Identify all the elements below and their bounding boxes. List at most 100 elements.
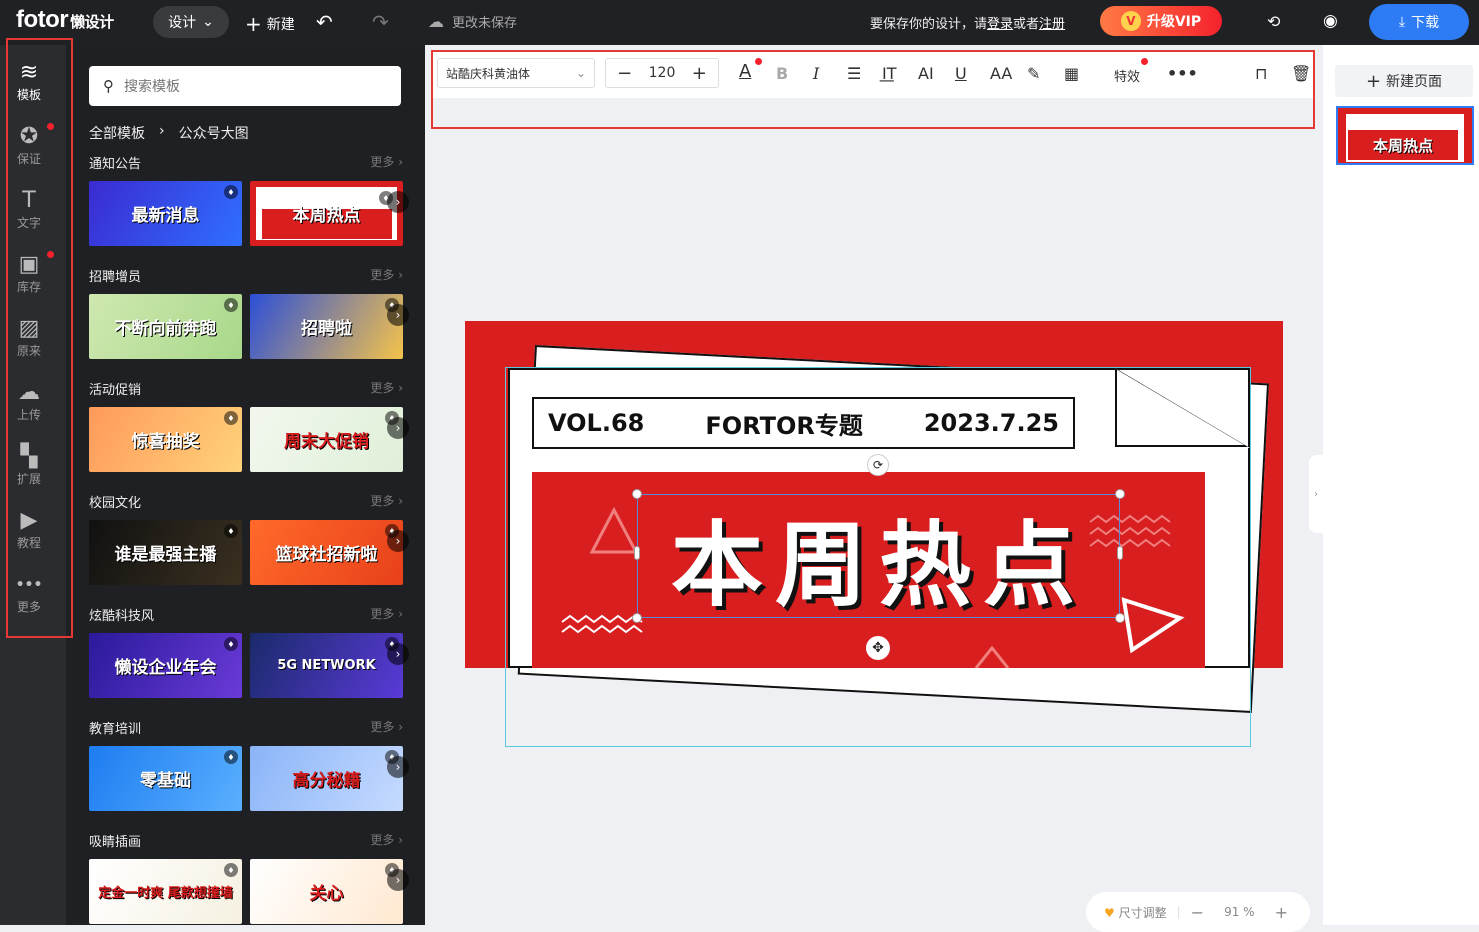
template-thumbnail[interactable]: 谁是最强主播 ♦: [89, 520, 242, 585]
more-link[interactable]: 更多 ›: [370, 492, 403, 512]
nav-item-7[interactable]: ▶ 教程: [8, 501, 50, 557]
share-icon[interactable]: ⟲: [1267, 12, 1280, 31]
thumbnail-title: 周末大促销: [284, 432, 369, 452]
thumbnail-title: 零基础: [140, 771, 191, 791]
resize-handle[interactable]: [632, 489, 642, 499]
more-icon[interactable]: •••: [1167, 64, 1198, 83]
search-box[interactable]: ⚲: [89, 66, 401, 106]
lock-icon[interactable]: ⊓: [1255, 64, 1267, 83]
resize-handle[interactable]: [1115, 489, 1125, 499]
fotor-logo[interactable]: fotor 懒设计: [16, 6, 114, 34]
line-height-icon[interactable]: I͟T: [882, 64, 897, 83]
next-arrow-icon[interactable]: ›: [387, 417, 409, 439]
text-toolbar: 站酷庆科黄油体 ⌄ − 120 + A B I ☰ I͟T AI U AA ✎ ▦…: [433, 52, 1313, 98]
template-thumbnail[interactable]: 零基础 ♦: [89, 746, 242, 811]
case-icon[interactable]: AA: [990, 64, 1012, 83]
template-thumbnail[interactable]: 周末大促销♦: [250, 407, 403, 472]
vip-icon: ♥: [1104, 905, 1115, 920]
next-arrow-icon[interactable]: ›: [387, 643, 409, 665]
resize-handle[interactable]: [634, 546, 640, 560]
move-icon[interactable]: ✥: [866, 636, 890, 660]
nav-item-5[interactable]: ☁ 上传: [8, 373, 50, 429]
highlight-pen-icon[interactable]: ✎: [1027, 64, 1040, 83]
next-arrow-icon[interactable]: ›: [387, 756, 409, 778]
thumb-row: 最新消息 ♦ 本周热点 ♦: [89, 181, 403, 246]
align-icon[interactable]: ☰: [847, 64, 861, 83]
more-link[interactable]: 更多 ›: [370, 605, 403, 625]
more-label: 更多: [370, 607, 395, 621]
section-header: 吸睛插画 更多 ›: [89, 831, 403, 851]
italic-icon[interactable]: I: [813, 64, 819, 83]
effects-button[interactable]: 特效: [1114, 66, 1140, 85]
template-thumbnail[interactable]: 招聘啦♦: [250, 294, 403, 359]
more-link[interactable]: 更多 ›: [370, 831, 403, 851]
more-label: 更多: [370, 155, 395, 169]
template-thumbnail[interactable]: 最新消息 ♦: [89, 181, 242, 246]
template-section: 校园文化 更多 › 谁是最强主播 ♦ 篮球社招新啦♦›: [89, 492, 409, 585]
preview-eye-icon[interactable]: ◉: [1323, 11, 1338, 31]
download-button[interactable]: ⤓ 下载: [1369, 4, 1469, 40]
resize-handle[interactable]: [1115, 613, 1125, 623]
template-thumbnail[interactable]: 5G NETWORK♦: [250, 633, 403, 698]
nav-item-1[interactable]: ✪ 保证: [8, 117, 50, 173]
nav-item-2[interactable]: T 文字: [8, 181, 50, 237]
extension-icon: ▚: [20, 443, 38, 469]
redo-icon[interactable]: ↷: [372, 10, 389, 34]
zoom-out-icon[interactable]: −: [1191, 903, 1204, 922]
nav-item-8[interactable]: ••• 更多: [8, 565, 50, 621]
nav-item-6[interactable]: ▚ 扩展: [8, 437, 50, 493]
resize-button[interactable]: ♥ 尺寸调整: [1104, 904, 1167, 921]
new-button[interactable]: + 新建: [245, 12, 295, 36]
font-size-value[interactable]: 120: [643, 65, 680, 81]
nav-item-0[interactable]: ≋ 模板: [8, 53, 50, 109]
thumbnail-title: 高分秘籍: [292, 771, 361, 791]
resize-handle[interactable]: [1117, 546, 1123, 560]
more-link[interactable]: 更多 ›: [370, 718, 403, 738]
thumbnail-title: 招聘啦: [301, 319, 352, 339]
resize-handle[interactable]: [632, 613, 642, 623]
letter-spacing-icon[interactable]: AI: [918, 64, 934, 83]
font-family-select[interactable]: 站酷庆科黄油体 ⌄: [437, 58, 595, 88]
decrease-size-button[interactable]: −: [606, 63, 643, 84]
search-input[interactable]: [124, 78, 364, 94]
next-arrow-icon[interactable]: ›: [387, 869, 409, 891]
register-link[interactable]: 注册: [1039, 17, 1065, 32]
next-arrow-icon[interactable]: ›: [387, 191, 409, 213]
underline-icon[interactable]: U: [955, 64, 967, 83]
delete-icon[interactable]: 🗑: [1291, 64, 1311, 83]
nav-item-4[interactable]: ▨ 原来: [8, 309, 50, 365]
transparency-icon[interactable]: ▦: [1064, 64, 1079, 83]
template-thumbnail[interactable]: 惊喜抽奖 ♦: [89, 407, 242, 472]
template-thumbnail[interactable]: 懒设企业年会 ♦: [89, 633, 242, 698]
more-link[interactable]: 更多 ›: [370, 153, 403, 173]
zoom-level[interactable]: 91 %: [1224, 905, 1255, 919]
increase-size-button[interactable]: +: [681, 63, 718, 84]
zoom-in-icon[interactable]: +: [1275, 903, 1288, 922]
text-color-icon[interactable]: A: [739, 61, 751, 82]
template-thumbnail[interactable]: 定金一时爽 尾款想撞墙 ♦: [89, 859, 242, 924]
nav-item-3[interactable]: ▣ 库存: [8, 245, 50, 301]
crumb-all-templates[interactable]: 全部模板: [89, 123, 145, 143]
bold-icon[interactable]: B: [776, 64, 788, 83]
template-thumbnail[interactable]: 本周热点 ♦: [250, 181, 403, 246]
upgrade-vip-button[interactable]: V 升级VIP: [1100, 6, 1222, 36]
thumb-row: 不断向前奔跑 ♦ 招聘啦♦: [89, 294, 403, 359]
page-thumbnail[interactable]: 本周热点: [1336, 106, 1474, 165]
font-size-stepper[interactable]: − 120 +: [605, 58, 719, 88]
next-arrow-icon[interactable]: ›: [387, 304, 409, 326]
expand-right-button[interactable]: ›: [1309, 455, 1323, 533]
more-link[interactable]: 更多 ›: [370, 266, 403, 286]
template-thumbnail[interactable]: 不断向前奔跑 ♦: [89, 294, 242, 359]
next-arrow-icon[interactable]: ›: [387, 530, 409, 552]
new-page-button[interactable]: + 新建页面: [1335, 65, 1473, 97]
red-dot: [1141, 58, 1148, 65]
design-menu-button[interactable]: 设计 ⌄: [153, 6, 229, 38]
undo-icon[interactable]: ↶: [316, 10, 333, 34]
more-link[interactable]: 更多 ›: [370, 379, 403, 399]
upload-icon: ☁: [18, 379, 40, 405]
rotate-icon[interactable]: ⟳: [867, 454, 889, 476]
template-thumbnail[interactable]: 高分秘籍♦: [250, 746, 403, 811]
login-link[interactable]: 登录: [987, 17, 1013, 32]
template-thumbnail[interactable]: 关心♦: [250, 859, 403, 924]
template-thumbnail[interactable]: 篮球社招新啦♦: [250, 520, 403, 585]
